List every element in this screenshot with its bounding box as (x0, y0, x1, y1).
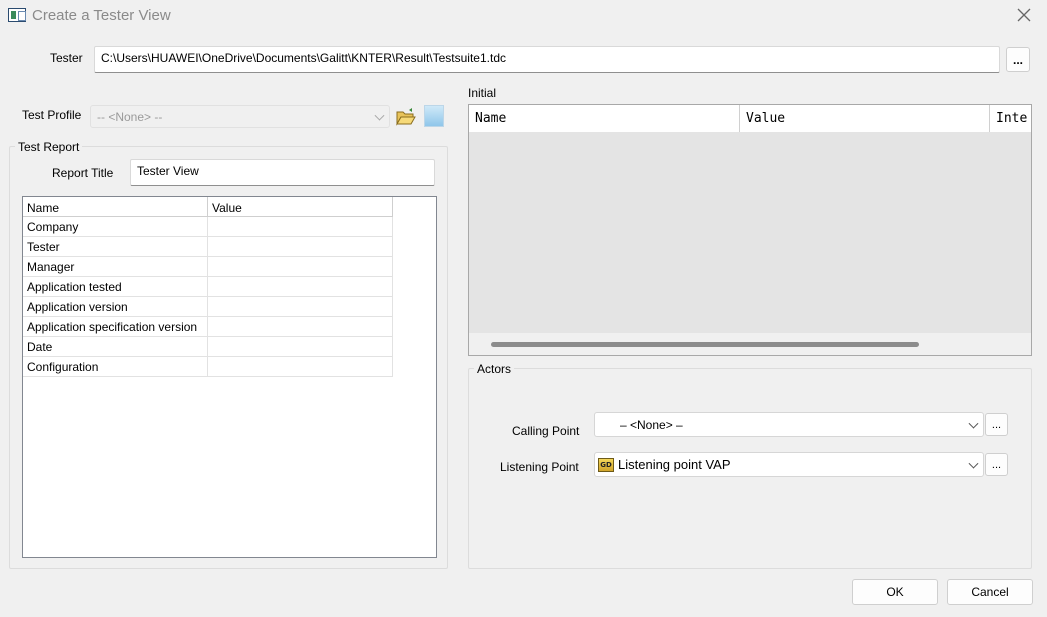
chevron-down-icon (968, 458, 979, 469)
row-name: Company (23, 217, 208, 236)
actors-group-label: Actors (474, 362, 515, 376)
initial-column-name[interactable]: Name (469, 105, 740, 132)
report-title-label: Report Title (52, 166, 114, 180)
tester-label: Tester (50, 51, 83, 65)
row-name: Application tested (23, 277, 208, 296)
open-folder-button[interactable] (395, 107, 417, 127)
tester-browse-button[interactable]: ... (1006, 47, 1030, 72)
close-icon (1017, 8, 1031, 22)
cancel-button[interactable]: Cancel (947, 579, 1033, 605)
row-value[interactable] (208, 217, 393, 236)
listening-point-label: Listening Point (500, 460, 579, 474)
app-window-icon (8, 8, 26, 22)
row-value[interactable] (208, 357, 393, 376)
chevron-down-icon (968, 418, 979, 429)
window-title: Create a Tester View (32, 7, 171, 24)
close-button[interactable] (1010, 2, 1038, 28)
ok-button[interactable]: OK (852, 579, 938, 605)
row-value[interactable] (208, 297, 393, 316)
row-name: Application specification version (23, 317, 208, 336)
row-name: Manager (23, 257, 208, 276)
initial-grid[interactable]: Name Value Inte (468, 104, 1032, 356)
table-row[interactable]: Application version (23, 297, 393, 317)
table-row[interactable]: Date (23, 337, 393, 357)
table-row[interactable]: Application tested (23, 277, 393, 297)
row-value[interactable] (208, 337, 393, 356)
table-row[interactable]: Company (23, 217, 393, 237)
calling-point-value: – <None> – (620, 417, 683, 432)
column-header-value[interactable]: Value (208, 197, 393, 217)
table-row[interactable]: Tester (23, 237, 393, 257)
open-folder-icon (396, 108, 416, 126)
initial-grid-header: Name Value Inte (469, 105, 1031, 132)
gd-card-icon: GD (598, 457, 614, 472)
listening-point-dropdown[interactable]: GD Listening point VAP (594, 452, 984, 477)
column-header-name[interactable]: Name (23, 197, 208, 217)
row-value[interactable] (208, 317, 393, 336)
table-header: Name Value (23, 197, 393, 217)
row-name: Configuration (23, 357, 208, 376)
test-profile-value: -- <None> -- (97, 109, 163, 124)
calling-point-browse-button[interactable]: ... (985, 413, 1008, 436)
horizontal-scrollbar[interactable] (469, 333, 1031, 355)
initial-label: Initial (468, 86, 497, 100)
tester-path-field[interactable]: C:\Users\HUAWEI\OneDrive\Documents\Galit… (94, 46, 1000, 73)
row-name: Tester (23, 237, 208, 256)
report-title-input[interactable]: Tester View (130, 159, 435, 186)
test-profile-label: Test Profile (22, 108, 82, 122)
listening-point-browse-button[interactable]: ... (985, 453, 1008, 476)
report-fields-table: Name Value Company Tester Manager Applic… (22, 196, 437, 558)
test-profile-dropdown[interactable]: -- <None> -- (90, 105, 390, 128)
profile-image-icon[interactable] (424, 105, 444, 127)
table-row[interactable]: Configuration (23, 357, 393, 377)
scrollbar-thumb[interactable] (491, 342, 919, 347)
row-name: Date (23, 337, 208, 356)
calling-point-label: Calling Point (512, 424, 580, 438)
initial-column-inte[interactable]: Inte (990, 105, 1031, 132)
chevron-down-icon (374, 110, 385, 121)
calling-point-dropdown[interactable]: – <None> – (594, 412, 984, 437)
row-name: Application version (23, 297, 208, 316)
listening-point-value: Listening point VAP (618, 457, 731, 472)
initial-column-value[interactable]: Value (740, 105, 990, 132)
row-value[interactable] (208, 237, 393, 256)
table-row[interactable]: Manager (23, 257, 393, 277)
row-value[interactable] (208, 277, 393, 296)
row-value[interactable] (208, 257, 393, 276)
table-row[interactable]: Application specification version (23, 317, 393, 337)
test-report-group-label: Test Report (15, 140, 83, 154)
